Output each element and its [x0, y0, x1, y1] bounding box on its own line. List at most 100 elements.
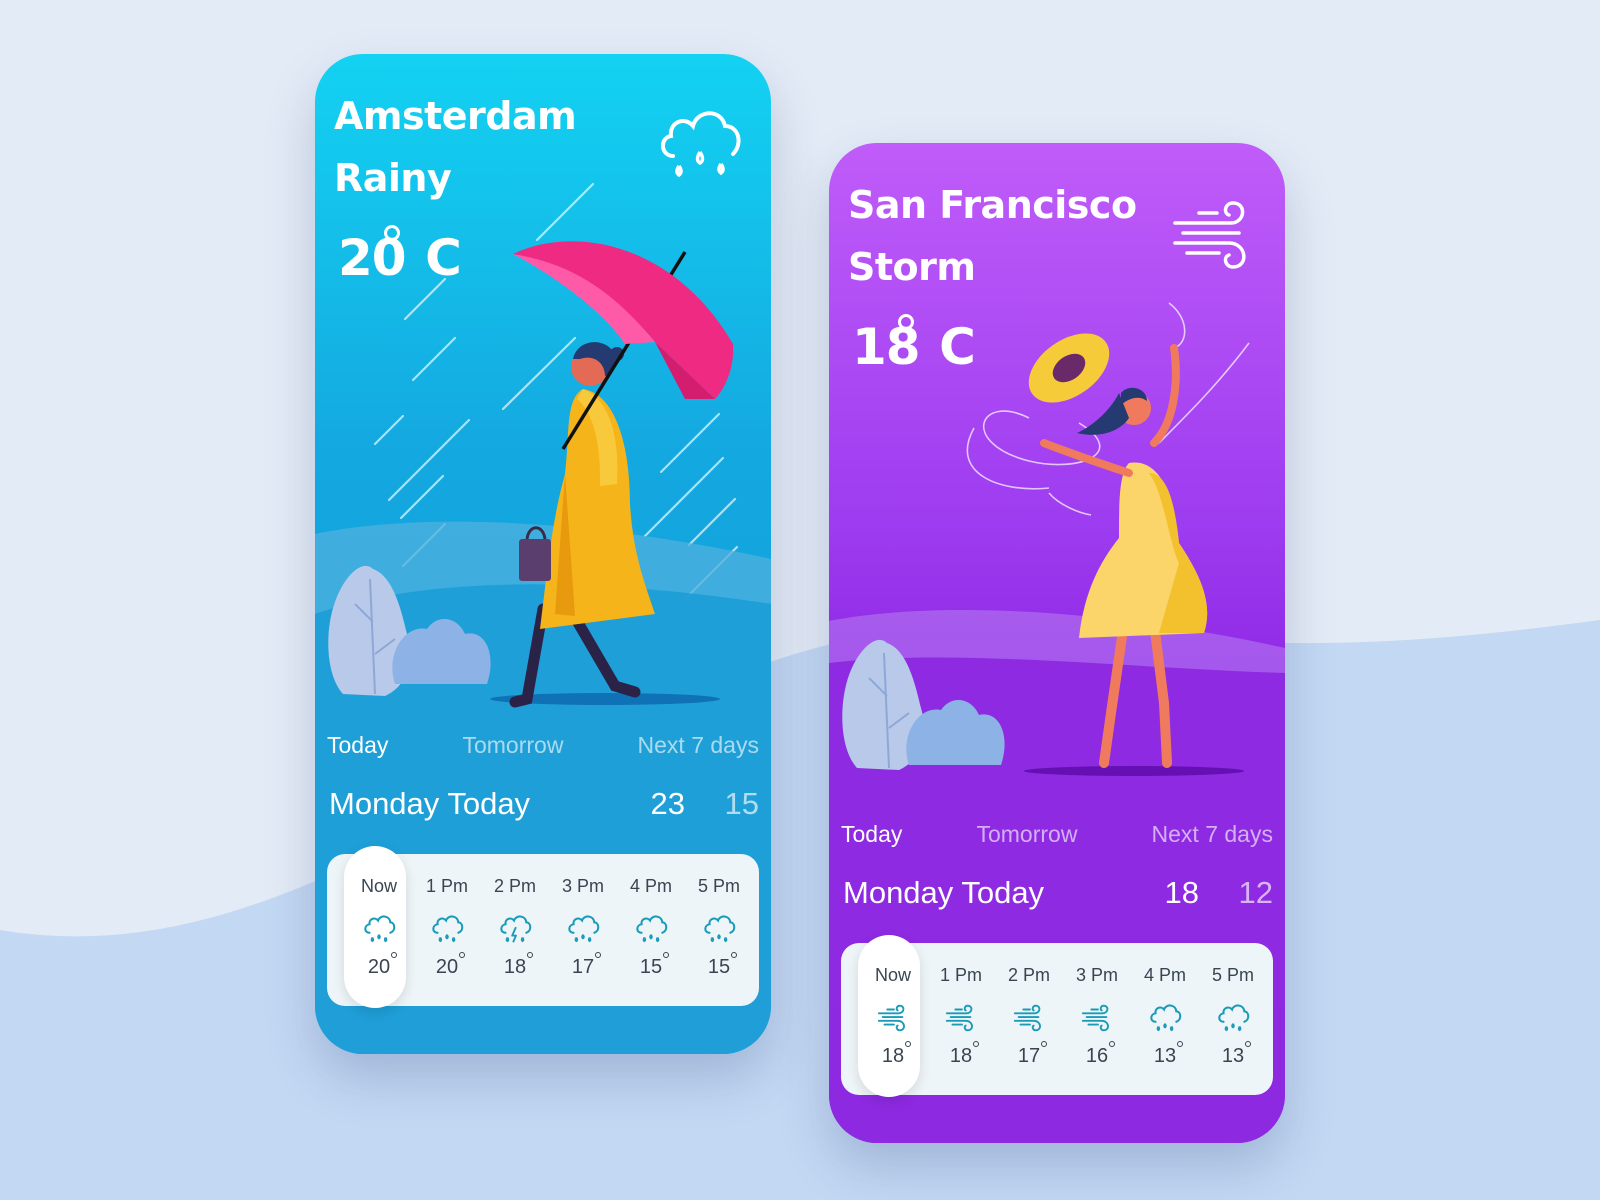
- weather-card-amsterdam: Amsterdam Rainy 20 C Today Tomorrow Next…: [315, 54, 771, 1054]
- hour-temp: 18: [503, 952, 534, 979]
- hour-temp-value: 18: [503, 956, 527, 978]
- rain-cloud-icon: [1150, 1004, 1182, 1032]
- rain-cloud-icon: [704, 915, 736, 943]
- city-name: San Francisco: [848, 183, 1137, 227]
- high-temp: 18: [1164, 875, 1199, 910]
- hour-temp: 13: [1221, 1041, 1252, 1068]
- wind-icon: [1173, 201, 1246, 269]
- hour-temp-value: 17: [571, 956, 595, 978]
- rain-cloud-icon: [1218, 1004, 1250, 1032]
- hour-time: 5 Pm: [1211, 965, 1254, 985]
- hour-temp: 20: [435, 952, 466, 979]
- weather-card-san-francisco: San Francisco Storm 18 C Today Tomorrow …: [829, 143, 1285, 1143]
- hour-temp-value: 17: [1017, 1045, 1041, 1067]
- rain-cloud-icon: [661, 111, 741, 178]
- condition-label: Storm: [848, 245, 976, 289]
- hour-temp: 15: [707, 952, 738, 979]
- degree-icon: [384, 225, 400, 241]
- forecast-tabs: Today Tomorrow Next 7 days: [327, 732, 759, 759]
- hourly-item[interactable]: 5 Pm 13: [1201, 943, 1265, 1095]
- day-summary: Monday Today 23 15: [329, 786, 759, 822]
- hour-temp: 18: [881, 1041, 912, 1068]
- city-name: Amsterdam: [334, 94, 577, 138]
- hour-temp-value: 20: [367, 956, 391, 978]
- background-wave: [0, 620, 1600, 1200]
- hour-time: 2 Pm: [493, 876, 536, 896]
- rain-cloud-icon: [364, 915, 396, 943]
- hourly-forecast: Now 20 1 Pm 20 2 Pm 18 3 Pm 17 4 Pm 15 5 Pm 15: [327, 846, 759, 1008]
- hour-temp-value: 20: [435, 956, 459, 978]
- wind-icon: [945, 1004, 973, 1032]
- hour-temp: 18: [949, 1041, 980, 1068]
- current-temperature: 18 C: [852, 314, 976, 376]
- degree-icon: [731, 952, 738, 958]
- hourly-item[interactable]: 3 Pm 17: [551, 854, 615, 1006]
- hour-temp: 17: [571, 952, 602, 979]
- hour-temp: 20: [367, 952, 398, 979]
- rain-cloud-icon: [568, 915, 600, 943]
- hour-temp-value: 15: [639, 956, 663, 978]
- hourly-item[interactable]: 4 Pm 15: [619, 854, 683, 1006]
- hourly-item[interactable]: 1 Pm 20: [415, 854, 479, 1006]
- rain-cloud-icon: [432, 915, 464, 943]
- thunder-cloud-icon: [500, 915, 532, 943]
- tab-next-7-days[interactable]: Next 7 days: [638, 732, 759, 759]
- day-label: Monday Today: [843, 875, 1045, 910]
- day-label: Monday Today: [329, 786, 531, 821]
- hourly-item[interactable]: 3 Pm 16: [1065, 943, 1129, 1095]
- hour-temp-value: 18: [949, 1045, 973, 1067]
- degree-icon: [459, 952, 466, 958]
- forecast-tabs: Today Tomorrow Next 7 days: [841, 821, 1273, 848]
- hour-temp-value: 15: [707, 956, 731, 978]
- hour-temp-value: 16: [1085, 1045, 1109, 1067]
- temperature-unit: C: [939, 318, 976, 376]
- hour-time: 5 Pm: [697, 876, 740, 896]
- rain-cloud-icon: [636, 915, 668, 943]
- degree-icon: [1109, 1041, 1116, 1047]
- degree-icon: [1177, 1041, 1184, 1047]
- hourly-item[interactable]: 4 Pm 13: [1133, 943, 1197, 1095]
- hourly-item-now[interactable]: Now 20: [344, 846, 411, 1008]
- tab-tomorrow[interactable]: Tomorrow: [462, 732, 563, 759]
- hour-time: 3 Pm: [561, 876, 604, 896]
- hour-temp: 17: [1017, 1041, 1048, 1068]
- degree-icon: [595, 952, 602, 958]
- hour-time: Now: [874, 965, 911, 985]
- low-temp: 15: [724, 786, 759, 821]
- degree-icon: [1041, 1041, 1048, 1047]
- degree-icon: [898, 314, 914, 330]
- tab-tomorrow[interactable]: Tomorrow: [976, 821, 1077, 848]
- hourly-item[interactable]: 2 Pm 17: [997, 943, 1061, 1095]
- tab-next-7-days[interactable]: Next 7 days: [1152, 821, 1273, 848]
- hour-temp: 15: [639, 952, 670, 979]
- hour-time: 1 Pm: [939, 965, 982, 985]
- tab-today[interactable]: Today: [841, 821, 902, 848]
- hour-time: 3 Pm: [1075, 965, 1118, 985]
- hour-temp-value: 13: [1221, 1045, 1245, 1067]
- hour-time: 2 Pm: [1007, 965, 1050, 985]
- hourly-item[interactable]: 1 Pm 18: [929, 943, 993, 1095]
- tab-today[interactable]: Today: [327, 732, 388, 759]
- wind-icon: [1013, 1004, 1041, 1032]
- condition-label: Rainy: [334, 156, 452, 200]
- hourly-item[interactable]: 5 Pm 15: [687, 854, 751, 1006]
- hour-temp: 16: [1085, 1041, 1116, 1068]
- low-temp: 12: [1238, 875, 1273, 910]
- degree-icon: [973, 1041, 980, 1047]
- hourly-forecast: Now 18 1 Pm 18 2 Pm 17 3 Pm 16 4 Pm 13 5 Pm 13: [841, 935, 1273, 1097]
- degree-icon: [663, 952, 670, 958]
- hourly-item-now[interactable]: Now 18: [858, 935, 925, 1097]
- hour-temp-value: 18: [881, 1045, 905, 1067]
- wind-icon: [877, 1004, 905, 1032]
- hour-temp: 13: [1153, 1041, 1184, 1068]
- day-summary: Monday Today 18 12: [843, 875, 1273, 911]
- hour-time: Now: [360, 876, 397, 896]
- degree-icon: [527, 952, 534, 958]
- hour-temp-value: 13: [1153, 1045, 1177, 1067]
- hour-time: 4 Pm: [629, 876, 672, 896]
- hourly-item[interactable]: 2 Pm 18: [483, 854, 547, 1006]
- wind-icon: [1081, 1004, 1109, 1032]
- temperature-unit: C: [425, 229, 462, 287]
- current-temperature: 20 C: [338, 225, 462, 287]
- high-temp: 23: [650, 786, 685, 821]
